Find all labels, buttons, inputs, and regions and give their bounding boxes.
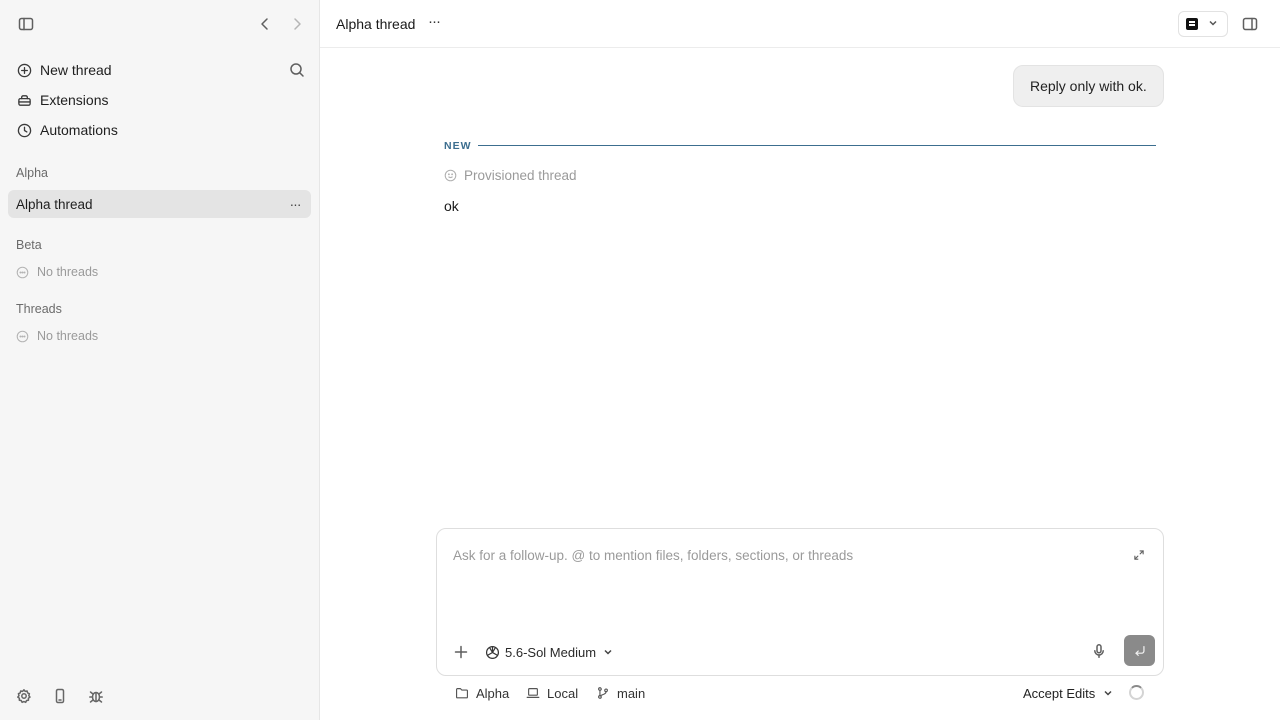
thread-status-text: Provisioned thread [464,168,577,183]
plus-circle-icon [16,62,32,78]
thread-more-icon[interactable]: ··· [285,194,305,214]
sidebar-thread-alpha-thread[interactable]: Alpha thread ··· [8,190,311,218]
chevron-down-icon [1208,15,1218,33]
agent-logo-icon [1186,18,1198,30]
automations-label: Automations [40,122,118,138]
empty-chat-icon [16,330,29,342]
folder-icon [456,688,468,699]
toggle-sidebar-icon[interactable] [16,14,36,34]
gear-icon[interactable] [14,686,34,706]
microphone-icon[interactable] [1089,641,1109,661]
environment-selector[interactable]: Local [526,684,578,702]
extensions-icon [16,92,32,108]
empty-threads-beta: No threads [16,262,98,282]
group-label-threads: Threads [16,302,62,316]
laptop-icon [526,688,540,698]
new-thread-button[interactable]: New thread [8,56,311,84]
status-smiley-icon [444,169,457,182]
model-selector[interactable]: 5.6-Sol Medium [485,642,613,662]
branch-selector[interactable]: main [596,684,645,702]
thread-status: Provisioned thread [444,168,577,183]
thread-options-icon[interactable]: ··· [428,13,441,30]
chevron-down-icon [596,645,613,660]
thread-header: Alpha thread ··· [320,0,1280,48]
project-selector[interactable]: Alpha [455,684,509,702]
new-thread-label: New thread [40,62,112,78]
follow-up-input[interactable] [453,545,1113,565]
agent-selector[interactable] [1178,11,1228,37]
back-chevron-icon[interactable] [255,14,275,34]
model-label: 5.6-Sol Medium [505,644,597,660]
app-window: New thread Extensions Automations Alpha … [0,0,1280,720]
environment-label: Local [547,685,579,701]
clock-icon [16,122,32,138]
sidebar: New thread Extensions Automations Alpha … [0,0,320,720]
empty-chat-icon [16,266,29,278]
expand-icon[interactable] [1129,545,1149,565]
accept-edits-dropdown[interactable]: Accept Edits [1023,684,1113,702]
automations-nav-item[interactable]: Automations [8,116,311,144]
user-message-text: Reply only with ok. [1030,78,1147,94]
extensions-nav-item[interactable]: Extensions [8,86,311,114]
model-logo-icon [485,645,500,659]
add-attachment-icon[interactable] [451,642,471,662]
user-message-bubble: Reply only with ok. [1013,65,1164,107]
assistant-reply: ok [444,198,459,214]
page-title: Alpha thread [336,16,416,32]
empty-label: No threads [37,265,99,279]
empty-threads-threads: No threads [16,326,98,346]
loading-spinner-icon [1129,685,1144,700]
toggle-right-panel-icon[interactable] [1240,14,1260,34]
empty-label: No threads [37,329,99,343]
thread-label: Alpha thread [16,196,93,212]
accept-edits-label: Accept Edits [1023,685,1096,701]
group-label-alpha: Alpha [16,166,48,180]
new-messages-divider-label: NEW [444,140,472,152]
group-label-beta: Beta [16,238,42,252]
git-branch-icon [598,687,608,699]
composer: 5.6-Sol Medium [436,528,1164,676]
extensions-label: Extensions [40,92,109,108]
project-label: Alpha [476,685,510,701]
send-button[interactable] [1124,635,1155,666]
chevron-down-icon [1104,690,1112,696]
branch-label: main [617,685,646,701]
bug-icon[interactable] [86,686,106,706]
search-icon[interactable] [287,60,307,80]
main-panel: Alpha thread ··· Reply only with ok. NEW… [320,0,1280,720]
new-messages-divider [478,145,1156,146]
mobile-device-icon[interactable] [50,686,70,706]
send-return-icon [1134,645,1145,656]
forward-chevron-icon[interactable] [287,14,307,34]
